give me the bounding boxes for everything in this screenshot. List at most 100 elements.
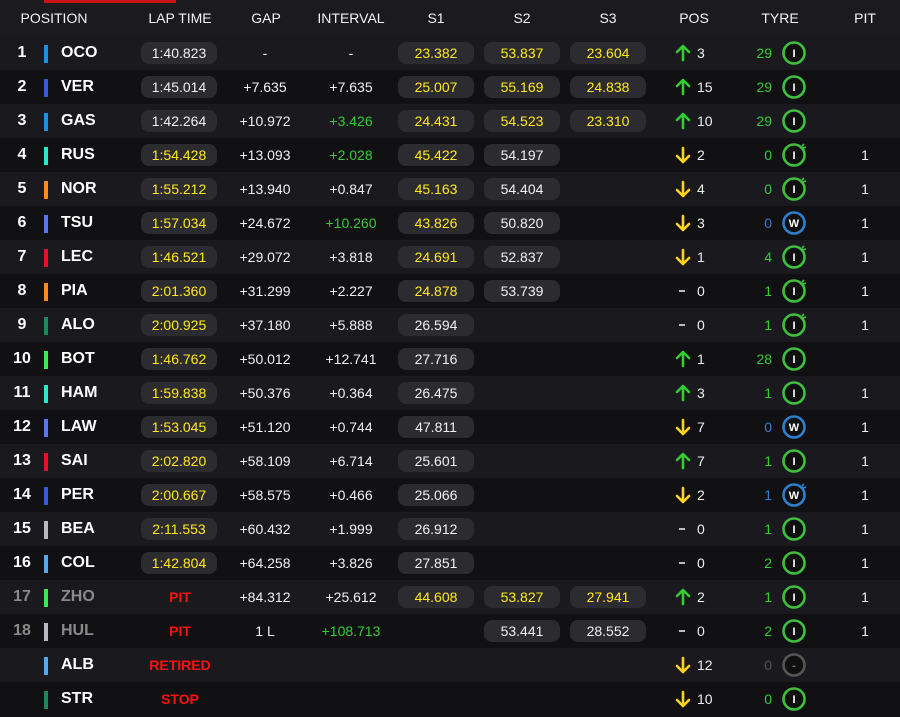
driver-row[interactable]: 10 BOT 1:46.762 +50.012 +12.741 27.716 1 28 I (0, 342, 900, 376)
driver-row[interactable]: ALB RETIRED 12 0 - (0, 648, 900, 682)
position-change: 7 (697, 453, 705, 469)
pit-count: 1 (861, 215, 869, 231)
sector-s1-time: 25.601 (398, 450, 474, 472)
tyre-age: 1 (764, 487, 772, 503)
driver-code[interactable]: HAM (61, 376, 97, 410)
driver-code[interactable]: VER (61, 70, 94, 104)
driver-row[interactable]: 14 PER 2:00.667 +58.575 +0.466 25.066 2 1 W 1 (0, 478, 900, 512)
tyre-compound-icon: I (782, 585, 806, 609)
sector-s1-time: 45.422 (398, 144, 474, 166)
tyre-age: 2 (764, 555, 772, 571)
driver-row[interactable]: 6 TSU 1:57.034 +24.672 +10.260 43.826 50.820 3 0… (0, 206, 900, 240)
driver-code[interactable]: LEC (61, 240, 93, 274)
position-change: 2 (697, 147, 705, 163)
driver-row[interactable]: 17 ZHO PIT +84.312 +25.612 44.608 53.827 27.941… (0, 580, 900, 614)
driver-row[interactable]: 9 ALO 2:00.925 +37.180 +5.888 26.594 0 1 I 1 (0, 308, 900, 342)
interval-value: +7.635 (329, 79, 373, 95)
arrow-down-icon (675, 656, 691, 674)
position-change: 4 (697, 181, 705, 197)
tyre-compound-icon: I (782, 619, 806, 643)
tyre-compound-icon: - (782, 653, 806, 677)
header-pos[interactable]: POS (679, 10, 709, 26)
position-change: 1 (697, 351, 705, 367)
driver-row[interactable]: 4 RUS 1:54.428 +13.093 +2.028 45.422 54.197 2 0 … (0, 138, 900, 172)
driver-code[interactable]: COL (61, 546, 95, 580)
driver-code[interactable]: BEA (61, 512, 95, 546)
team-color-bar (44, 453, 48, 471)
gap-value: - (262, 45, 268, 61)
driver-row[interactable]: 1 OCO 1:40.823 - - 23.382 53.837 23.604 3 29 I (0, 36, 900, 70)
tyre-compound-letter: I (792, 252, 795, 264)
sector-s1-time: 24.691 (398, 246, 474, 268)
driver-row[interactable]: 13 SAI 2:02.820 +58.109 +6.714 25.601 7 1 I 1 (0, 444, 900, 478)
driver-row[interactable]: 15 BEA 2:11.553 +60.432 +1.999 26.912 0 1 I 1 (0, 512, 900, 546)
tyre-compound-letter: I (792, 184, 795, 196)
header-s1[interactable]: S1 (427, 10, 444, 26)
driver-code[interactable]: HUL (61, 614, 94, 648)
driver-code[interactable]: ALO (61, 308, 95, 342)
arrow-up-icon (675, 588, 691, 606)
interval-value: +2.028 (329, 147, 373, 163)
driver-code[interactable]: LAW (61, 410, 97, 444)
position-number: 17 (13, 588, 31, 605)
driver-code[interactable]: RUS (61, 138, 95, 172)
driver-code[interactable]: ZHO (61, 580, 95, 614)
lap-time: 1:55.212 (141, 178, 217, 200)
lap-time: 1:46.521 (141, 246, 217, 268)
team-color-bar (44, 691, 48, 709)
team-color-bar (44, 147, 48, 165)
team-color-bar (44, 487, 48, 505)
lap-time: 1:42.804 (141, 552, 217, 574)
status-label: RETIRED (149, 657, 211, 673)
header-gap[interactable]: GAP (251, 10, 281, 26)
tyre-age: 0 (764, 691, 772, 707)
lap-time: 1:54.428 (141, 144, 217, 166)
driver-row[interactable]: 2 VER 1:45.014 +7.635 +7.635 25.007 55.169 24.8… (0, 70, 900, 104)
driver-code[interactable]: GAS (61, 104, 96, 138)
driver-code[interactable]: OCO (61, 36, 97, 70)
driver-row[interactable]: 5 NOR 1:55.212 +13.940 +0.847 45.163 54.404 4 0 … (0, 172, 900, 206)
driver-row[interactable]: STR STOP 10 0 I (0, 682, 900, 716)
driver-code[interactable]: PIA (61, 274, 88, 308)
header-lap-time[interactable]: LAP TIME (148, 10, 211, 26)
no-change-icon (679, 324, 685, 326)
gap-value: +60.432 (239, 521, 291, 537)
sector-s1-time: 27.716 (398, 348, 474, 370)
driver-row[interactable]: 8 PIA 2:01.360 +31.299 +2.227 24.878 53.739 0 1 … (0, 274, 900, 308)
header-s3[interactable]: S3 (599, 10, 616, 26)
driver-row[interactable]: 7 LEC 1:46.521 +29.072 +3.818 24.691 52.837 1 4 … (0, 240, 900, 274)
position-change: 2 (697, 487, 705, 503)
driver-code[interactable]: BOT (61, 342, 95, 376)
interval-value: +12.741 (325, 351, 377, 367)
sector-s2-time: 53.739 (484, 280, 560, 302)
header-tyre[interactable]: TYRE (761, 10, 798, 26)
lap-time: 1:42.264 (141, 110, 217, 132)
driver-code[interactable]: NOR (61, 172, 97, 206)
sector-s1-time: 24.878 (398, 280, 474, 302)
header-position[interactable]: POSITION (21, 10, 88, 26)
position-change: 0 (697, 283, 705, 299)
header-s2[interactable]: S2 (513, 10, 530, 26)
driver-code[interactable]: SAI (61, 444, 88, 478)
pit-count: 1 (861, 385, 869, 401)
gap-value: +29.072 (239, 249, 291, 265)
driver-code[interactable]: TSU (61, 206, 93, 240)
tyre-age: 0 (764, 657, 772, 673)
driver-code[interactable]: PER (61, 478, 94, 512)
driver-code[interactable]: STR (61, 682, 93, 716)
driver-row[interactable]: 18 HUL PIT 1 L +108.713 53.441 28.552 0 2 I 1 (0, 614, 900, 648)
sector-s1-time: 23.382 (398, 42, 474, 64)
tyre-compound-icon: W (782, 211, 806, 235)
timing-board: POSITION LAP TIME GAP INTERVAL S1 S2 S3 … (0, 0, 900, 717)
header-interval[interactable]: INTERVAL (317, 10, 384, 26)
position-change: 7 (697, 419, 705, 435)
header-pit[interactable]: PIT (854, 10, 876, 26)
driver-row[interactable]: 11 HAM 1:59.838 +50.376 +0.364 26.475 3 1 I 1 (0, 376, 900, 410)
interval-value: +6.714 (329, 453, 373, 469)
driver-code[interactable]: ALB (61, 648, 94, 682)
driver-row[interactable]: 3 GAS 1:42.264 +10.972 +3.426 24.431 54.523 23.… (0, 104, 900, 138)
driver-row[interactable]: 16 COL 1:42.804 +64.258 +3.826 27.851 0 2 I 1 (0, 546, 900, 580)
driver-row[interactable]: 12 LAW 1:53.045 +51.120 +0.744 47.811 7 0 W 1 (0, 410, 900, 444)
sector-s2-time: 53.441 (484, 620, 560, 642)
pit-count: 1 (861, 317, 869, 333)
